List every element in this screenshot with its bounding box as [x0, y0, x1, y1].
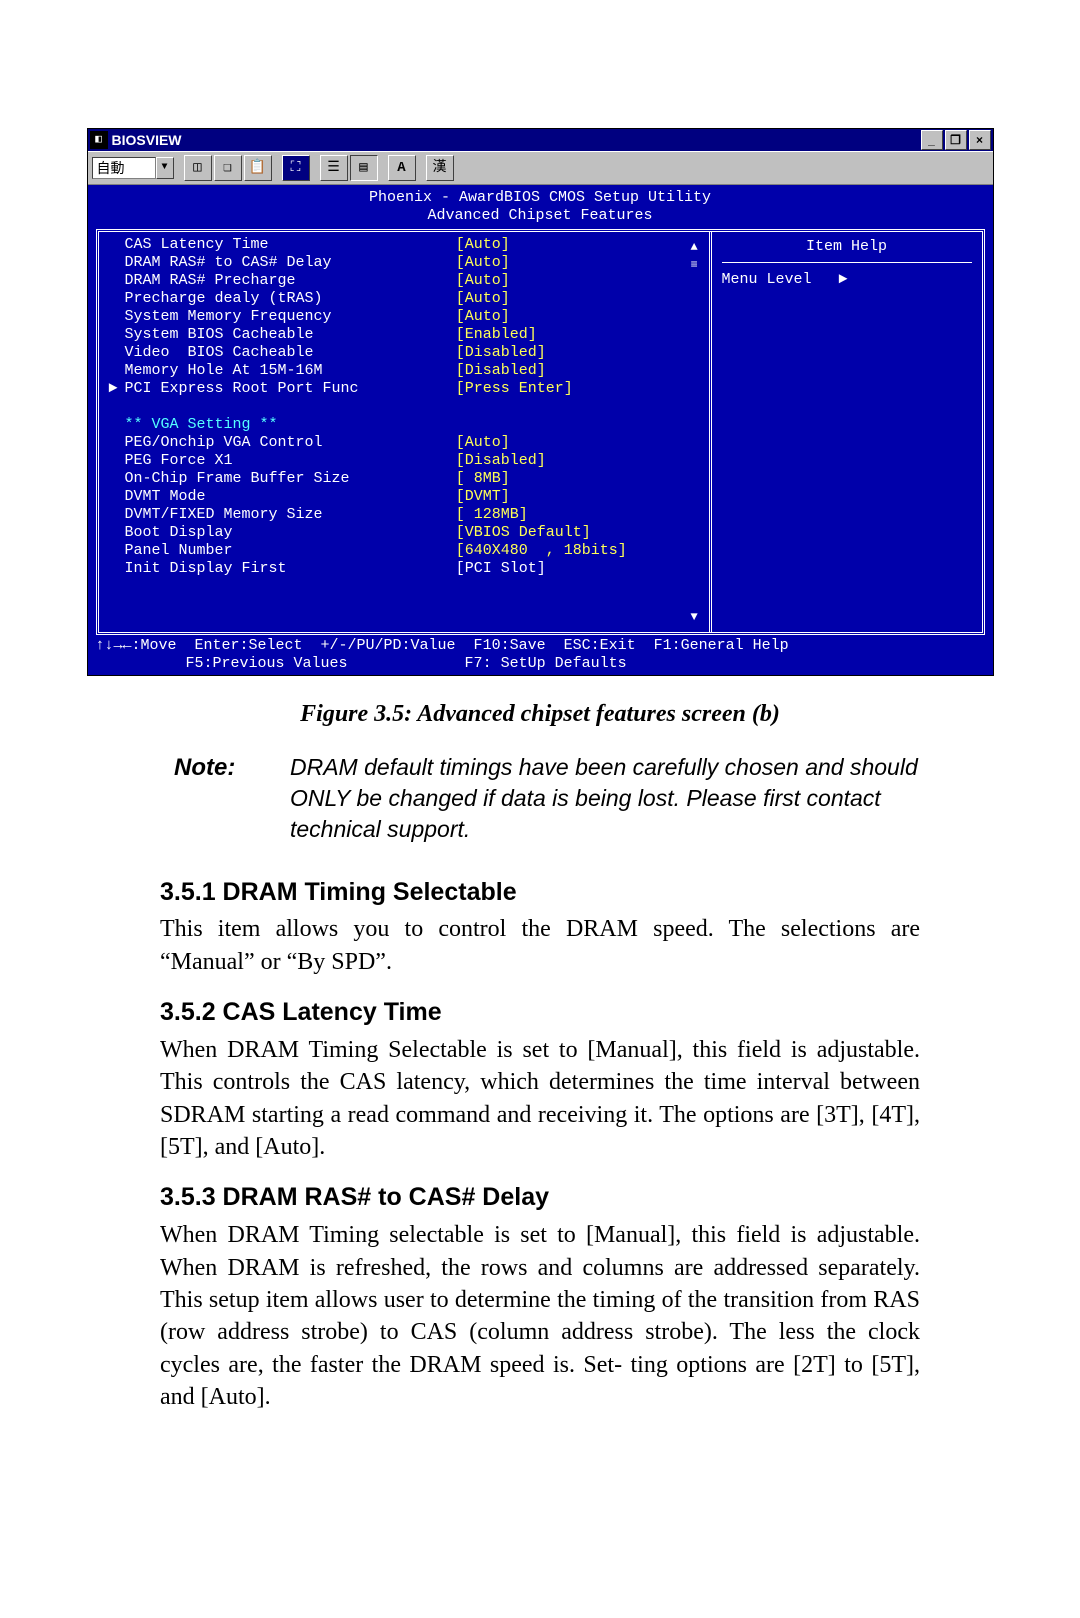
setting-value: [ 8MB]: [456, 470, 699, 488]
setting-label: System Memory Frequency: [125, 308, 456, 326]
section-3-5-1-heading: 3.5.1 DRAM Timing Selectable: [160, 876, 920, 910]
bios-footer: ↑↓→←:Move Enter:Select +/-/PU/PD:Value F…: [96, 635, 985, 675]
setting-value: [Disabled]: [456, 362, 699, 380]
setting-label: PCI Express Root Port Func: [125, 380, 456, 398]
setting-label: DVMT/FIXED Memory Size: [125, 506, 456, 524]
background-icon[interactable]: ▤: [350, 155, 378, 181]
chevron-down-icon[interactable]: ▼: [156, 157, 174, 179]
setting-value: [Disabled]: [456, 344, 699, 362]
setting-row[interactable]: PEG/Onchip VGA Control [Auto]: [109, 434, 699, 452]
settings-table: CAS Latency Time [Auto]DRAM RAS# to CAS#…: [109, 236, 699, 578]
menu-level: Menu Level ►: [722, 263, 972, 289]
setting-value: [640X480 , 18bits]: [456, 542, 699, 560]
section-3-5-3-heading: 3.5.3 DRAM RAS# to CAS# Delay: [160, 1181, 920, 1215]
setting-value: [VBIOS Default]: [456, 524, 699, 542]
setting-value: [Enabled]: [456, 326, 699, 344]
help-pane: Item Help Menu Level ►: [712, 232, 982, 632]
vga-section-header: ** VGA Setting **: [125, 416, 699, 434]
setting-label: PEG/Onchip VGA Control: [125, 434, 456, 452]
setting-row[interactable]: DVMT/FIXED Memory Size [ 128MB]: [109, 506, 699, 524]
setting-label: Precharge dealy (tRAS): [125, 290, 456, 308]
setting-value: [ 128MB]: [456, 506, 699, 524]
close-button[interactable]: ×: [969, 130, 991, 150]
section-3-5-1-body: This item allows you to control the DRAM…: [160, 913, 920, 978]
setting-row[interactable]: CAS Latency Time [Auto]: [109, 236, 699, 254]
font-combo[interactable]: 自動 ▼: [92, 157, 174, 179]
setting-label: Memory Hole At 15M-16M: [125, 362, 456, 380]
section-3-5-2-body: When DRAM Timing Selectable is set to [M…: [160, 1034, 920, 1164]
setting-label: On-Chip Frame Buffer Size: [125, 470, 456, 488]
setting-row[interactable]: Panel Number [640X480 , 18bits]: [109, 542, 699, 560]
titlebar: ◧ BIOSVIEW _ ❐ ×: [88, 129, 993, 151]
setting-value: [Press Enter]: [456, 380, 699, 398]
window-title: BIOSVIEW: [112, 131, 919, 149]
note-text: DRAM default timings have been carefully…: [290, 752, 920, 845]
setting-row[interactable]: ►PCI Express Root Port Func[Press Enter]: [109, 380, 699, 398]
setting-value: [Auto]: [456, 236, 699, 254]
page: ◧ BIOSVIEW _ ❐ × 自動 ▼ ◫ ❏ 📋 ⛶ ☰ ▤ A 漢: [0, 0, 1080, 1618]
setting-row[interactable]: Precharge dealy (tRAS) [Auto]: [109, 290, 699, 308]
setting-row[interactable]: DRAM RAS# Precharge [Auto]: [109, 272, 699, 290]
toolbar: 自動 ▼ ◫ ❏ 📋 ⛶ ☰ ▤ A 漢: [88, 151, 993, 185]
setting-row[interactable]: Memory Hole At 15M-16M [Disabled]: [109, 362, 699, 380]
setting-label: Init Display First: [125, 560, 456, 578]
setting-row[interactable]: PEG Force X1 [Disabled]: [109, 452, 699, 470]
ime-icon[interactable]: 漢: [426, 155, 454, 181]
setting-row[interactable]: Boot Display [VBIOS Default]: [109, 524, 699, 542]
setting-label: System BIOS Cacheable: [125, 326, 456, 344]
setting-value: [Auto]: [456, 434, 699, 452]
setting-label: DRAM RAS# to CAS# Delay: [125, 254, 456, 272]
setting-label: Panel Number: [125, 542, 456, 560]
setting-row[interactable]: On-Chip Frame Buffer Size [ 8MB]: [109, 470, 699, 488]
maximize-button[interactable]: ❐: [945, 130, 967, 150]
section-3-5-2-heading: 3.5.2 CAS Latency Time: [160, 996, 920, 1030]
setting-row[interactable]: Video BIOS Cacheable [Disabled]: [109, 344, 699, 362]
item-help-header: Item Help: [722, 236, 972, 263]
setting-value: [PCI Slot]: [456, 560, 699, 578]
minimize-button[interactable]: _: [921, 130, 943, 150]
scroll-column: ▲≡ ▼: [691, 238, 705, 626]
setting-value: [Auto]: [456, 272, 699, 290]
setting-label: CAS Latency Time: [125, 236, 456, 254]
font-icon[interactable]: A: [388, 155, 416, 181]
copy-icon[interactable]: ❏: [214, 155, 242, 181]
bios-frame: CAS Latency Time [Auto]DRAM RAS# to CAS#…: [96, 229, 985, 635]
setting-label: DRAM RAS# Precharge: [125, 272, 456, 290]
select-icon[interactable]: ◫: [184, 155, 212, 181]
bios-body: Phoenix - AwardBIOS CMOS Setup Utility A…: [88, 185, 993, 675]
document-body: Figure 3.5: Advanced chipset features sc…: [160, 698, 920, 1413]
setting-value: [Auto]: [456, 290, 699, 308]
figure-caption: Figure 3.5: Advanced chipset features sc…: [160, 698, 920, 730]
note-block: Note: DRAM default timings have been car…: [174, 752, 920, 845]
setting-label: DVMT Mode: [125, 488, 456, 506]
setting-value: [Auto]: [456, 308, 699, 326]
setting-row[interactable]: Init Display First [PCI Slot]: [109, 560, 699, 578]
setting-label: PEG Force X1: [125, 452, 456, 470]
setting-label: Boot Display: [125, 524, 456, 542]
scroll-up-icon[interactable]: ▲≡: [691, 238, 705, 274]
setting-value: [DVMT]: [456, 488, 699, 506]
app-icon: ◧: [90, 131, 108, 149]
setting-value: [Disabled]: [456, 452, 699, 470]
setting-value: [Auto]: [456, 254, 699, 272]
section-3-5-3-body: When DRAM Timing selectable is set to [M…: [160, 1219, 920, 1413]
paste-icon[interactable]: 📋: [244, 155, 272, 181]
setting-row[interactable]: DRAM RAS# to CAS# Delay [Auto]: [109, 254, 699, 272]
fullscreen-icon[interactable]: ⛶: [282, 155, 310, 181]
bios-settings-pane: CAS Latency Time [Auto]DRAM RAS# to CAS#…: [99, 232, 712, 632]
setting-row[interactable]: System Memory Frequency [Auto]: [109, 308, 699, 326]
properties-icon[interactable]: ☰: [320, 155, 348, 181]
setting-row[interactable]: System BIOS Cacheable [Enabled]: [109, 326, 699, 344]
bios-header: Phoenix - AwardBIOS CMOS Setup Utility A…: [96, 189, 985, 225]
setting-label: Video BIOS Cacheable: [125, 344, 456, 362]
note-label: Note:: [174, 752, 254, 845]
bios-window: ◧ BIOSVIEW _ ❐ × 自動 ▼ ◫ ❏ 📋 ⛶ ☰ ▤ A 漢: [87, 128, 994, 676]
setting-row[interactable]: DVMT Mode [DVMT]: [109, 488, 699, 506]
scroll-down-icon[interactable]: ▼: [691, 608, 705, 626]
